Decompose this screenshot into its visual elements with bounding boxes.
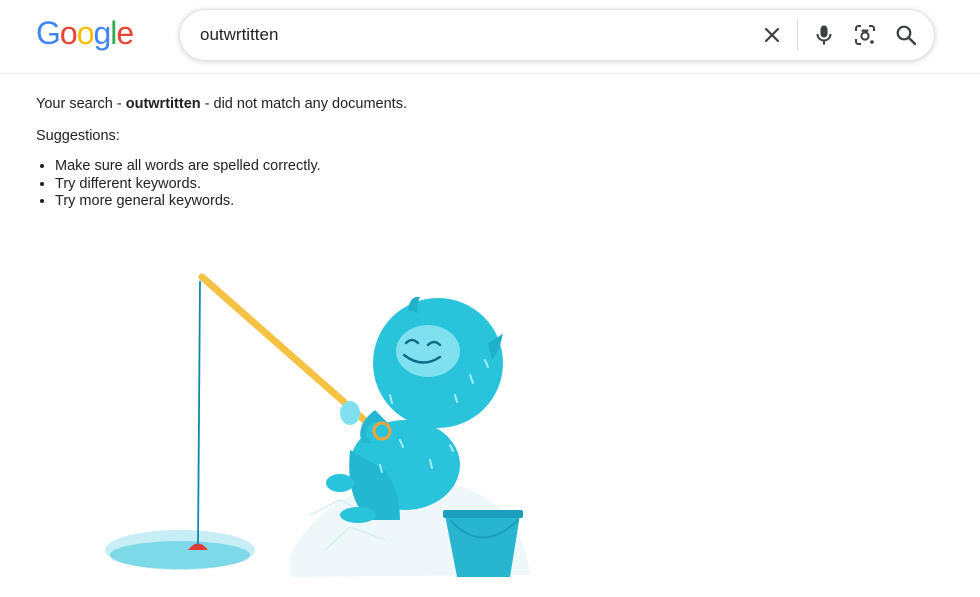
logo-letter: o (76, 15, 95, 51)
camera-lens-icon[interactable] (853, 23, 877, 47)
list-item: Try different keywords. (55, 176, 321, 194)
search-results-page: Google outwrtitten Your search - outwrti… (0, 0, 980, 597)
search-divider (797, 19, 798, 51)
search-box (179, 9, 935, 61)
logo-letter: o (59, 15, 78, 51)
fishing-monster-illustration (105, 273, 530, 577)
microphone-icon[interactable] (812, 23, 836, 47)
list-item: Try more general keywords. (55, 193, 321, 211)
message-suffix: - did not match any documents. (200, 96, 407, 112)
suggestions-title: Suggestions: (36, 128, 120, 144)
no-match-message: Your search - outwrtitten - did not matc… (36, 94, 407, 114)
suggestions-list: Make sure all words are spelled correctl… (36, 158, 321, 211)
search-input[interactable] (200, 10, 740, 60)
list-item: Make sure all words are spelled correctl… (55, 158, 321, 176)
google-logo[interactable]: Google (36, 13, 134, 53)
logo-letter: e (116, 15, 134, 51)
close-icon[interactable] (760, 23, 784, 47)
logo-letter: g (93, 15, 111, 51)
logo-letter: G (36, 15, 61, 51)
message-prefix: Your search - (36, 96, 126, 112)
message-query: outwrtitten (125, 96, 201, 112)
search-icon[interactable] (894, 23, 918, 47)
header: Google (0, 0, 980, 74)
